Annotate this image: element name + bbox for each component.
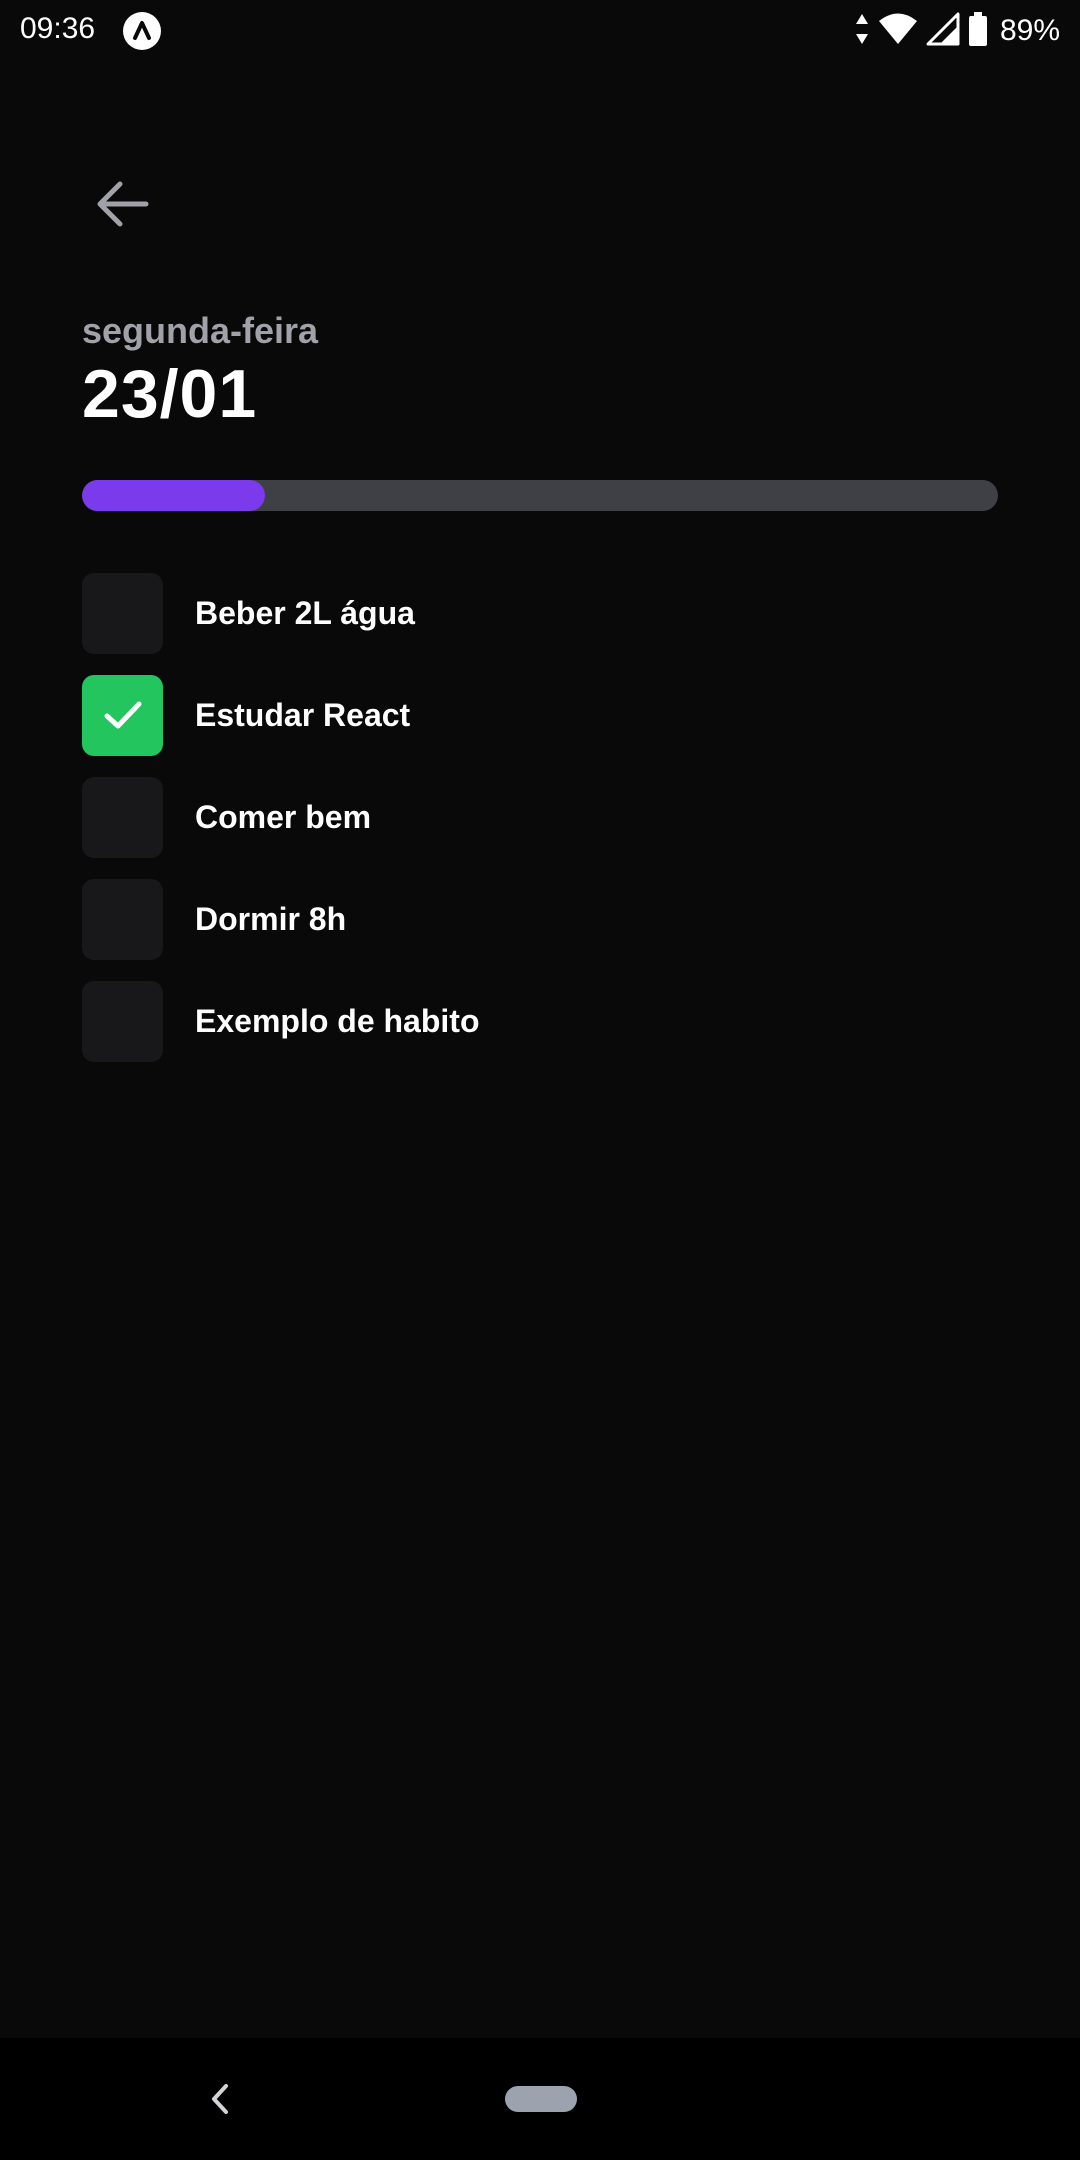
habit-label: Estudar React: [195, 696, 411, 733]
nav-back-icon[interactable]: [200, 2074, 240, 2124]
page-title: 23/01: [82, 356, 258, 432]
habit-label: Dormir 8h: [195, 900, 347, 937]
habit-checkbox[interactable]: [82, 878, 163, 960]
wifi-icon: [878, 12, 918, 51]
check-icon: [104, 701, 141, 729]
status-bar: 09:36 89%: [0, 0, 1080, 62]
habit-label: Exemplo de habito: [195, 1002, 480, 1039]
home-pill-icon[interactable]: [505, 2086, 577, 2112]
system-nav-bar: [0, 2038, 1080, 2160]
habit-item[interactable]: Beber 2L água: [82, 572, 998, 654]
arrow-left-icon: [92, 174, 152, 239]
battery-percent: 89%: [999, 14, 1060, 47]
habit-checkbox[interactable]: [82, 980, 163, 1062]
progress-bar: [82, 480, 998, 511]
status-time: 09:36: [20, 12, 96, 45]
cell-signal-icon: [926, 12, 960, 51]
habit-label: Comer bem: [195, 798, 372, 835]
back-button[interactable]: [82, 166, 162, 246]
habit-item[interactable]: Estudar React: [82, 674, 998, 756]
habit-list: Beber 2L água Estudar React Comer bem Dormi…: [82, 572, 998, 1082]
habit-item[interactable]: Exemplo de habito: [82, 980, 998, 1062]
progress-fill: [82, 480, 266, 511]
battery-icon: [968, 11, 988, 51]
habit-item[interactable]: Dormir 8h: [82, 878, 998, 960]
habit-checkbox[interactable]: [82, 674, 163, 756]
habit-checkbox[interactable]: [82, 572, 163, 654]
habit-label: Beber 2L água: [195, 594, 415, 631]
weekday-label: segunda-feira: [82, 310, 319, 351]
data-arrows-icon: [854, 12, 870, 51]
app-notification-icon: [122, 11, 162, 51]
habit-checkbox[interactable]: [82, 776, 163, 858]
habit-item[interactable]: Comer bem: [82, 776, 998, 858]
status-icons: 89%: [854, 10, 1060, 52]
